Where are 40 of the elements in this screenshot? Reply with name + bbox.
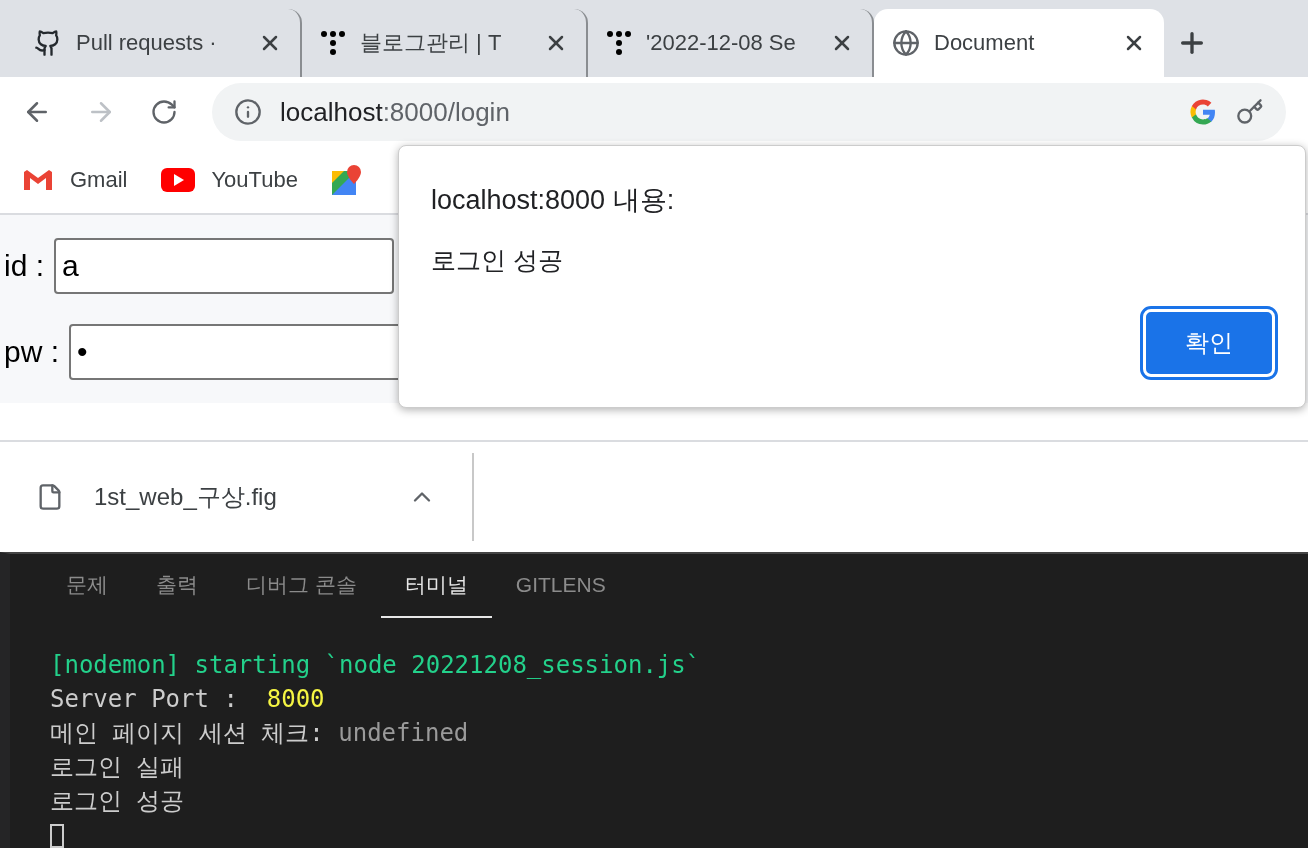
- dots-icon: [320, 29, 346, 56]
- terminal-line: Server Port : 8000: [50, 684, 326, 715]
- key-icon[interactable]: [1236, 98, 1264, 127]
- browser-tab[interactable]: 블로그관리 | T: [302, 8, 588, 77]
- terminal-line: [nodemon] starting `node 20221208_session.js`: [50, 650, 702, 681]
- panel-tab[interactable]: 출력: [132, 554, 222, 618]
- terminal-line: 로그인 실패: [50, 752, 186, 783]
- tab-title: '2022-12-08 Se: [646, 29, 797, 56]
- terminal-line: 메인 페이지 세션 체크: undefined: [50, 718, 470, 749]
- bookmark[interactable]: Gmail: [22, 167, 128, 194]
- panel-tab[interactable]: 문제: [42, 554, 132, 618]
- bookmark[interactable]: YouTube: [161, 167, 298, 194]
- dialog-message: 로그인 성공: [431, 245, 564, 276]
- ok-button[interactable]: 확인: [1143, 309, 1275, 377]
- panel-tab[interactable]: 디버그 콘솔: [222, 554, 381, 618]
- browser-tab[interactable]: Document: [874, 8, 1164, 77]
- dialog-title: localhost:8000 내용:: [431, 184, 676, 217]
- tab-title: 블로그관리 | T: [360, 28, 503, 57]
- file-name: 1st_web_구상.fig: [94, 481, 278, 512]
- terminal-cursor: [50, 824, 64, 848]
- tab-title: Pull requests ·: [76, 29, 218, 56]
- map-icon: [331, 165, 362, 196]
- download-item[interactable]: 1st_web_구상.fig: [0, 452, 474, 541]
- terminal-line: 로그인 성공: [50, 786, 186, 817]
- browser-tab[interactable]: Pull requests ·: [16, 8, 302, 77]
- input-field[interactable]: a: [54, 237, 395, 294]
- panel-tab[interactable]: GITLENS: [491, 554, 630, 618]
- panel-tab[interactable]: 터미널: [380, 554, 492, 618]
- globe-icon: [892, 28, 920, 57]
- field-label: id :: [4, 248, 45, 283]
- field-label: pw :: [4, 334, 60, 369]
- reload-button[interactable]: [150, 98, 178, 127]
- dots-icon: [606, 29, 632, 56]
- url-text: localhost:8000/login: [280, 96, 511, 128]
- info-icon: [234, 98, 262, 127]
- tab-title: Document: [934, 29, 1036, 56]
- mail-icon: [22, 168, 54, 193]
- bookmark[interactable]: [331, 165, 362, 196]
- address-bar[interactable]: localhost:8000/login: [212, 83, 1286, 142]
- play-icon: [161, 168, 196, 193]
